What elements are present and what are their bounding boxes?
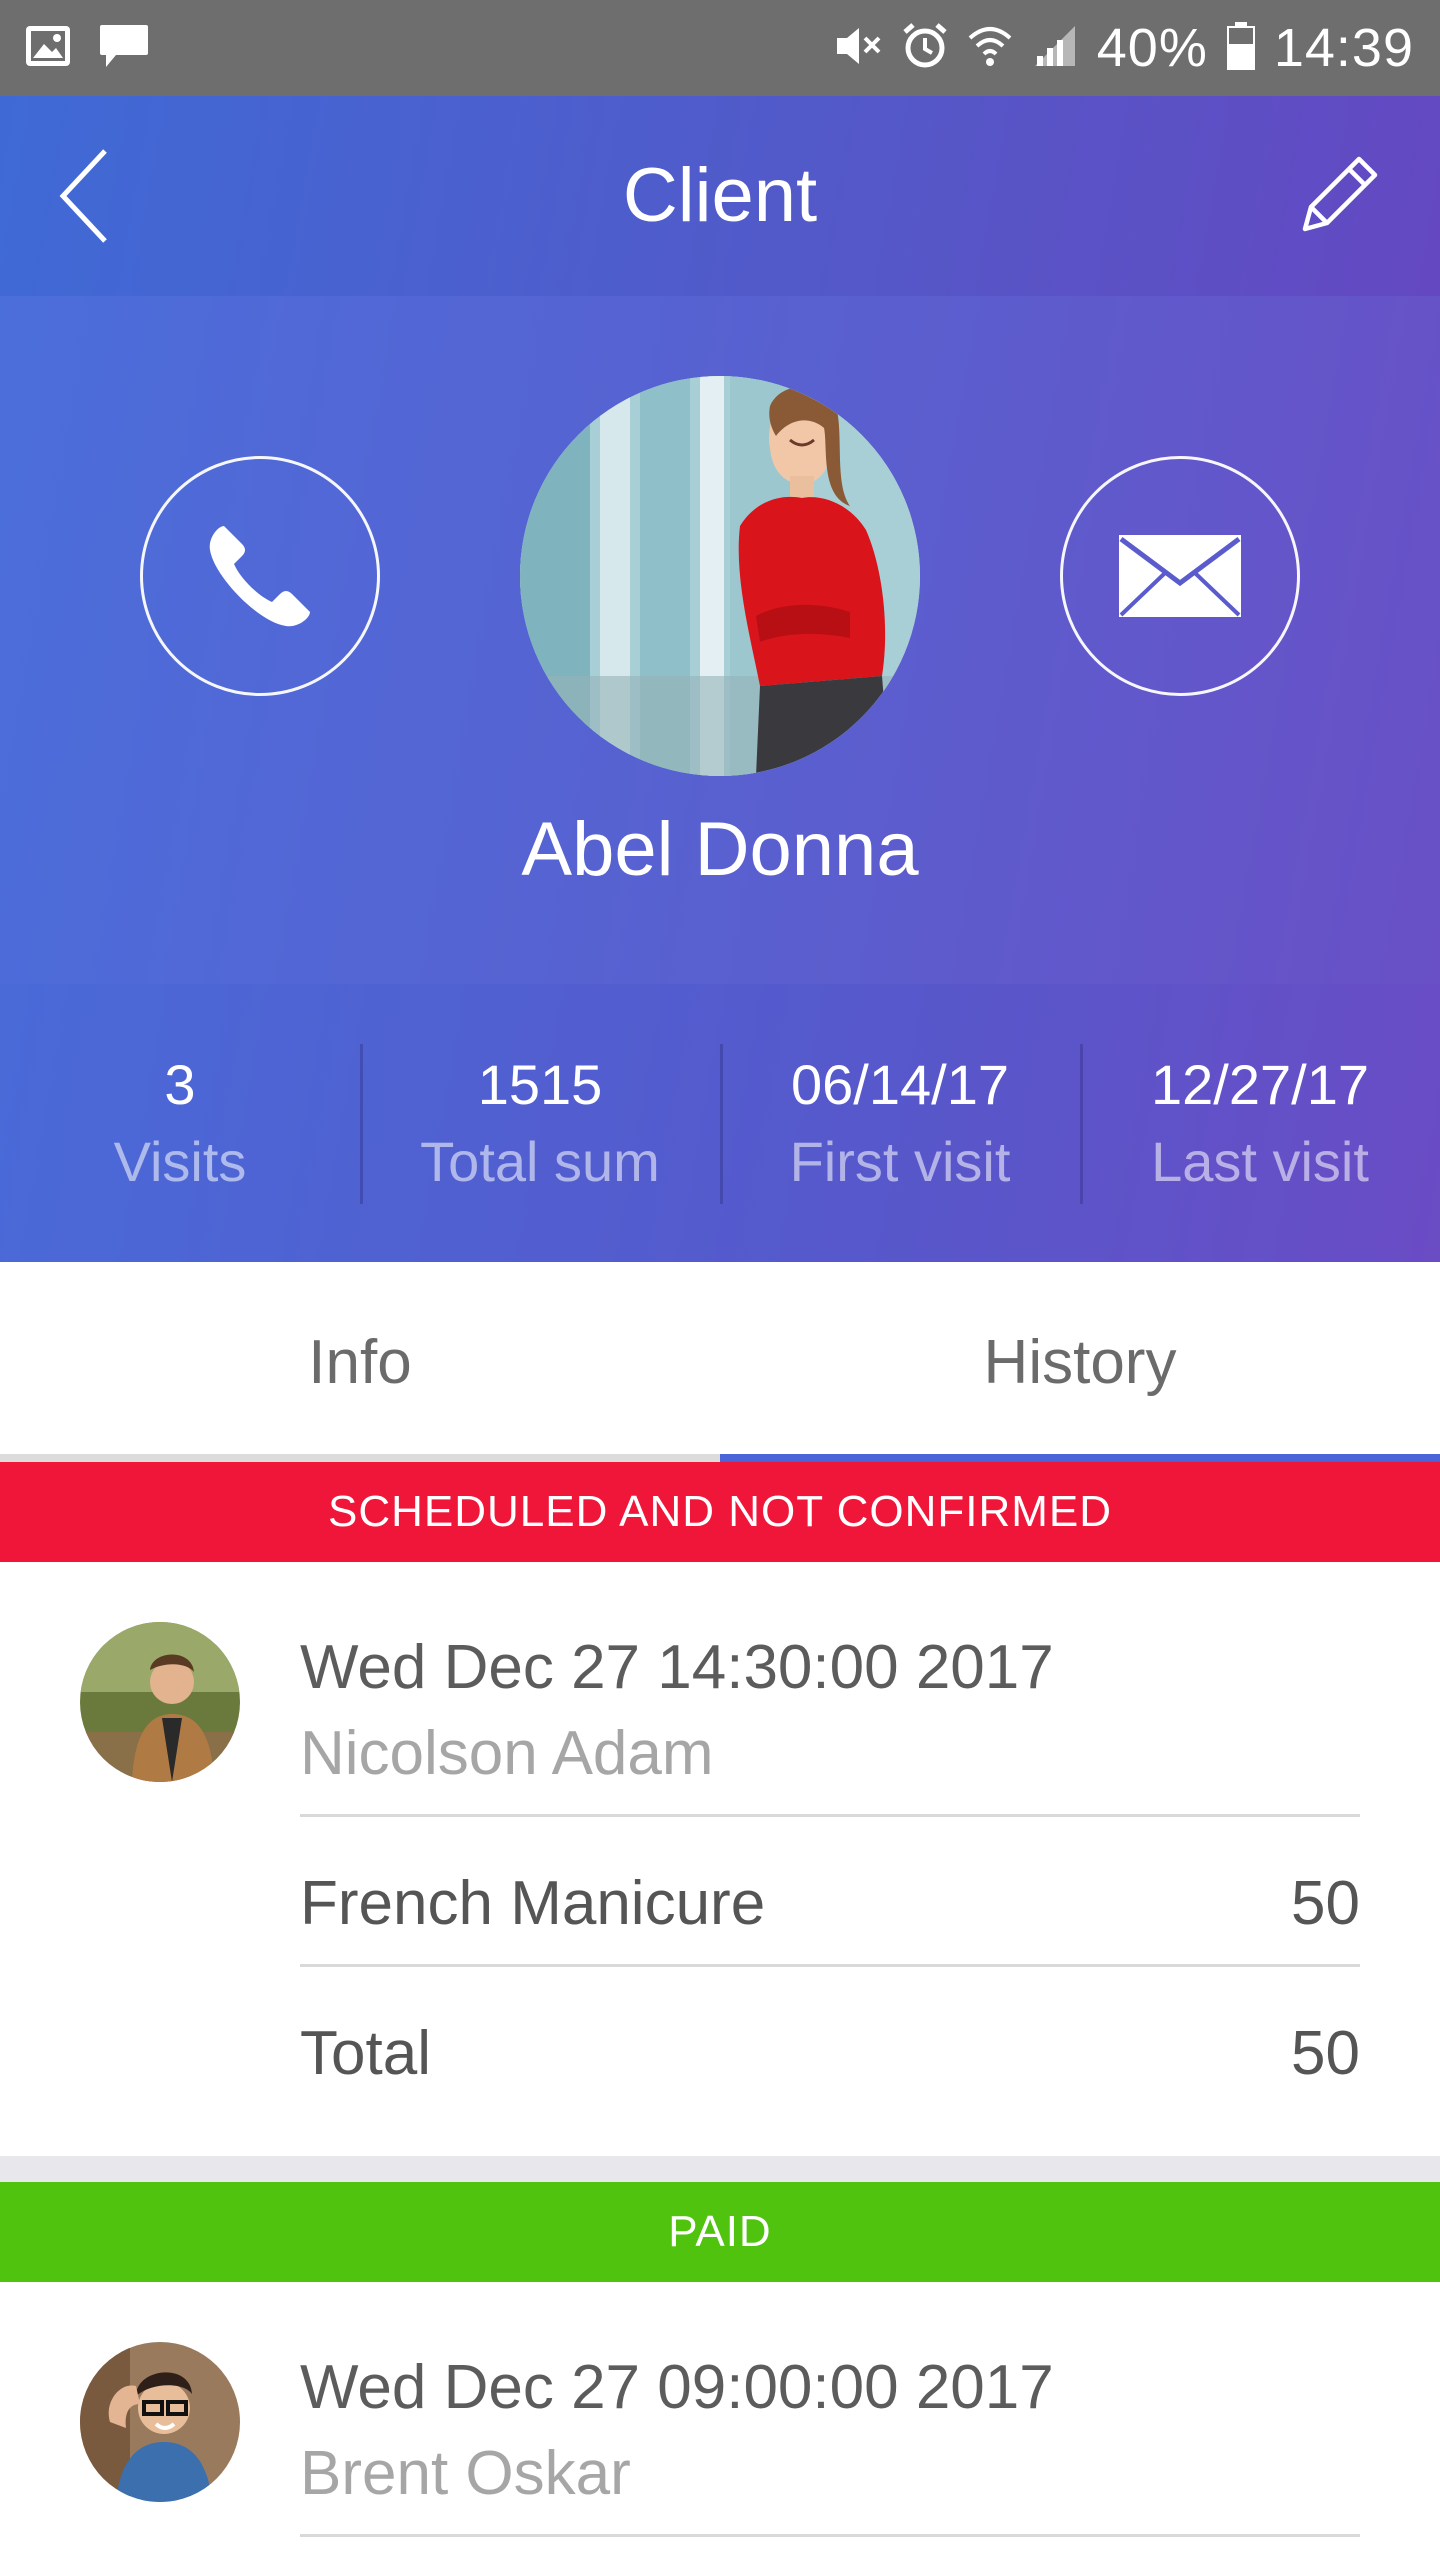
divider <box>300 1814 1360 1817</box>
stat-value: 06/14/17 <box>791 1053 1009 1116</box>
appointment-staff: Nicolson Adam <box>300 1719 714 1788</box>
tab-history[interactable]: History <box>720 1262 1440 1462</box>
message-icon <box>98 23 150 74</box>
total-value: 50 <box>1291 2019 1360 2088</box>
client-photo <box>520 376 920 776</box>
email-button[interactable] <box>1060 456 1300 696</box>
stat-value: 12/27/17 <box>1151 1053 1369 1116</box>
divider <box>300 1964 1360 1967</box>
status-right: 40% 14:39 <box>815 17 1414 79</box>
pencil-icon <box>1302 156 1378 232</box>
tab-label: History <box>983 1327 1177 1397</box>
tab-bar: Info History <box>0 1262 1440 1462</box>
stat-value: 3 <box>164 1053 196 1116</box>
client-stats: 3 Visits 1515 Total sum 06/14/17 First v… <box>0 984 1440 1262</box>
client-avatar <box>520 376 920 776</box>
page-title: Client <box>622 153 818 238</box>
clock: 14:39 <box>1273 18 1414 78</box>
stat-total-sum: 1515 Total sum <box>360 984 720 1262</box>
appointment-date: Wed Dec 27 09:00:00 2017 <box>300 2353 1054 2422</box>
status-banner-scheduled: SCHEDULED AND NOT CONFIRMED <box>0 1462 1440 1562</box>
service-name: French Manicure <box>300 1869 766 1938</box>
staff-avatar <box>80 2342 240 2502</box>
stat-label: First visit <box>789 1130 1011 1193</box>
signal-icon <box>1031 24 1079 73</box>
total-label: Total <box>300 2019 431 2088</box>
client-hero: Client Abel Donna 3 Visits 1515 Total su… <box>0 96 1440 1262</box>
status-banner-paid: PAID <box>0 2182 1440 2282</box>
alarm-icon <box>901 22 949 75</box>
envelope-icon <box>1119 535 1241 617</box>
phone-icon <box>209 526 310 627</box>
battery-icon <box>1226 21 1256 75</box>
section-gap <box>0 2156 1440 2182</box>
tab-label: Info <box>308 1327 412 1397</box>
app-bar: Client <box>0 96 1440 296</box>
staff-avatar <box>80 1622 240 1782</box>
stat-label: Visits <box>113 1130 247 1193</box>
appointment-staff: Brent Oskar <box>300 2439 631 2508</box>
tab-indicator-active <box>720 1454 1440 1462</box>
wifi-icon <box>967 24 1013 73</box>
mute-icon <box>833 24 883 73</box>
client-name: Abel Donna <box>521 807 919 892</box>
tab-info[interactable]: Info <box>0 1262 720 1462</box>
status-left <box>24 23 176 74</box>
appointment-date: Wed Dec 27 14:30:00 2017 <box>300 1633 1054 1702</box>
stat-visits: 3 Visits <box>0 984 360 1262</box>
stat-value: 1515 <box>477 1053 603 1116</box>
edit-button[interactable] <box>1290 144 1390 244</box>
image-icon <box>24 24 72 73</box>
service-price: 50 <box>1291 1869 1360 1938</box>
status-bar: 40% 14:39 <box>0 0 1440 96</box>
tab-indicator <box>0 1454 720 1462</box>
divider <box>300 2534 1360 2537</box>
call-button[interactable] <box>140 456 380 696</box>
battery-percent: 40% <box>1096 18 1208 78</box>
stat-first-visit: 06/14/17 First visit <box>720 984 1080 1262</box>
stat-label: Last visit <box>1151 1130 1369 1193</box>
stat-label: Total sum <box>420 1130 660 1193</box>
stat-last-visit: 12/27/17 Last visit <box>1080 984 1440 1262</box>
